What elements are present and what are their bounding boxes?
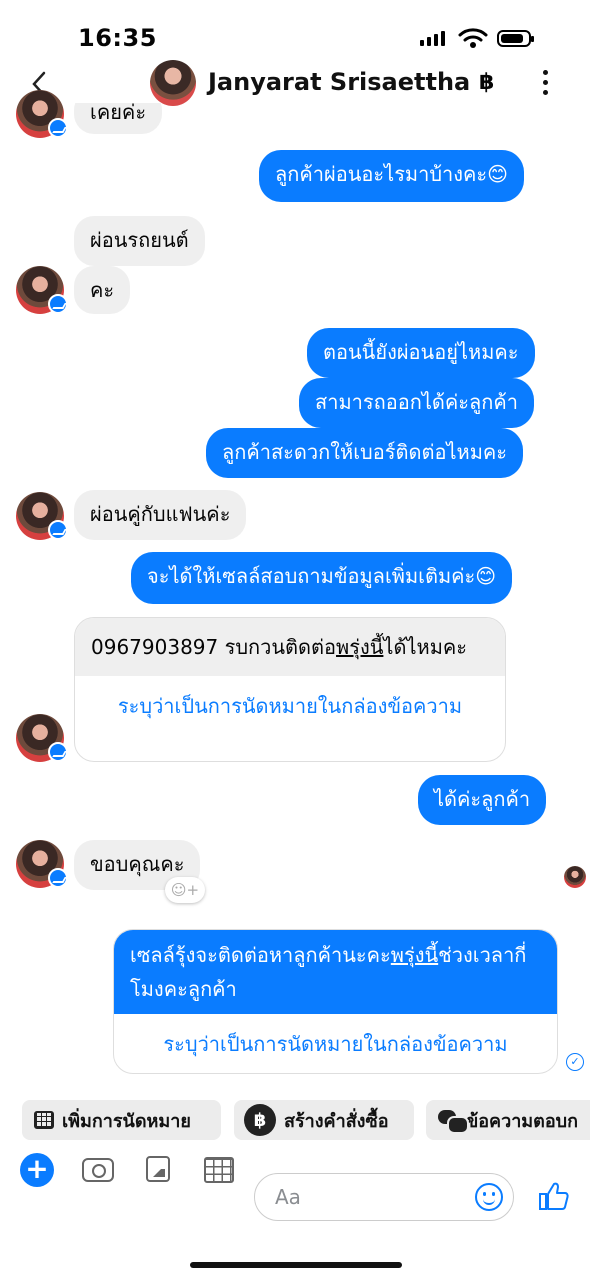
appointment-suggestion-card[interactable]: 0967903897 รบกวนติดต่อพรุ่งนี้ได้ไหมคะ ร… xyxy=(74,617,506,762)
card-message: เซลล์รุ้งจะติดต่อหาลูกค้านะคะพรุ่งนี้ช่ว… xyxy=(114,930,557,1014)
mark-appointment-button[interactable]: ระบุว่าเป็นการนัดหมายในกล่องข้อความ xyxy=(75,676,505,736)
create-order-chip[interactable]: ฿ สร้างคำสั่งซื้อ xyxy=(234,1100,414,1140)
message-outgoing[interactable]: สามารถออกได้ค่ะลูกค้า xyxy=(299,378,534,428)
message-incoming[interactable]: ผ่อนคู่กับแฟนค่ะ xyxy=(74,490,247,540)
messenger-badge-icon xyxy=(48,118,68,138)
messenger-badge-icon xyxy=(48,520,68,540)
add-attachment-button[interactable]: + xyxy=(20,1153,54,1187)
camera-icon[interactable] xyxy=(82,1158,114,1182)
read-receipt-avatar xyxy=(564,866,586,888)
message-outgoing[interactable]: ลูกค้าผ่อนอะไรมาบ้างคะ😊 xyxy=(259,150,525,202)
chip-label: เพิ่มการนัดหมาย xyxy=(62,1110,191,1132)
baht-icon: ฿ xyxy=(244,1104,276,1136)
saved-reply-chip[interactable]: ข้อความตอบก xyxy=(426,1100,590,1140)
like-button[interactable] xyxy=(537,1180,569,1217)
card-text: เซลล์รุ้งจะติดต่อหาลูกค้านะคะ xyxy=(130,943,391,967)
message-outgoing[interactable]: ลูกค้าสะดวกให้เบอร์ติดต่อไหมคะ xyxy=(206,428,524,478)
chat-bubbles-icon xyxy=(438,1108,469,1134)
messenger-badge-icon xyxy=(48,742,68,762)
thumbs-up-icon xyxy=(539,1182,569,1210)
table-icon[interactable] xyxy=(204,1157,234,1183)
input-placeholder: Aa xyxy=(275,1185,301,1209)
date-link[interactable]: พรุ่งนี้ xyxy=(336,635,383,659)
message-input[interactable]: Aa xyxy=(254,1173,514,1221)
sent-check-icon: ✓ xyxy=(566,1053,584,1071)
calendar-icon xyxy=(34,1111,54,1129)
card-text: 0967903897 รบกวนติดต่อ xyxy=(91,635,337,659)
messenger-badge-icon xyxy=(48,294,68,314)
gallery-icon[interactable] xyxy=(146,1156,170,1182)
message-incoming[interactable]: คะ xyxy=(74,266,131,314)
card-message: 0967903897 รบกวนติดต่อพรุ่งนี้ได้ไหมคะ xyxy=(75,618,505,676)
add-reaction-button[interactable]: ☺+ xyxy=(165,877,205,903)
message-outgoing[interactable]: จะได้ให้เซลล์สอบถามข้อมูลเพิ่มเติมค่ะ😊 xyxy=(131,552,513,604)
message-outgoing[interactable]: ตอนนี้ยังผ่อนอยู่ไหมคะ xyxy=(307,328,535,378)
smiley-plus-icon: ☺+ xyxy=(170,881,200,899)
home-indicator xyxy=(190,1262,402,1268)
message-outgoing[interactable]: ได้ค่ะลูกค้า xyxy=(418,775,547,825)
message-incoming[interactable]: ผ่อนรถยนต์ xyxy=(74,216,205,266)
mark-appointment-button[interactable]: ระบุว่าเป็นการนัดหมายในกล่องข้อความ xyxy=(114,1014,557,1073)
appointment-suggestion-card-outgoing[interactable]: เซลล์รุ้งจะติดต่อหาลูกค้านะคะพรุ่งนี้ช่ว… xyxy=(113,929,558,1074)
card-text: ได้ไหมคะ xyxy=(383,635,467,659)
chip-label: สร้างคำสั่งซื้อ xyxy=(284,1110,389,1132)
emoji-icon[interactable] xyxy=(475,1183,503,1211)
messenger-badge-icon xyxy=(48,868,68,888)
chip-label: ข้อความตอบก xyxy=(465,1110,578,1132)
add-appointment-chip[interactable]: เพิ่มการนัดหมาย xyxy=(22,1100,221,1140)
date-link[interactable]: พรุ่งนี้ xyxy=(391,943,438,967)
